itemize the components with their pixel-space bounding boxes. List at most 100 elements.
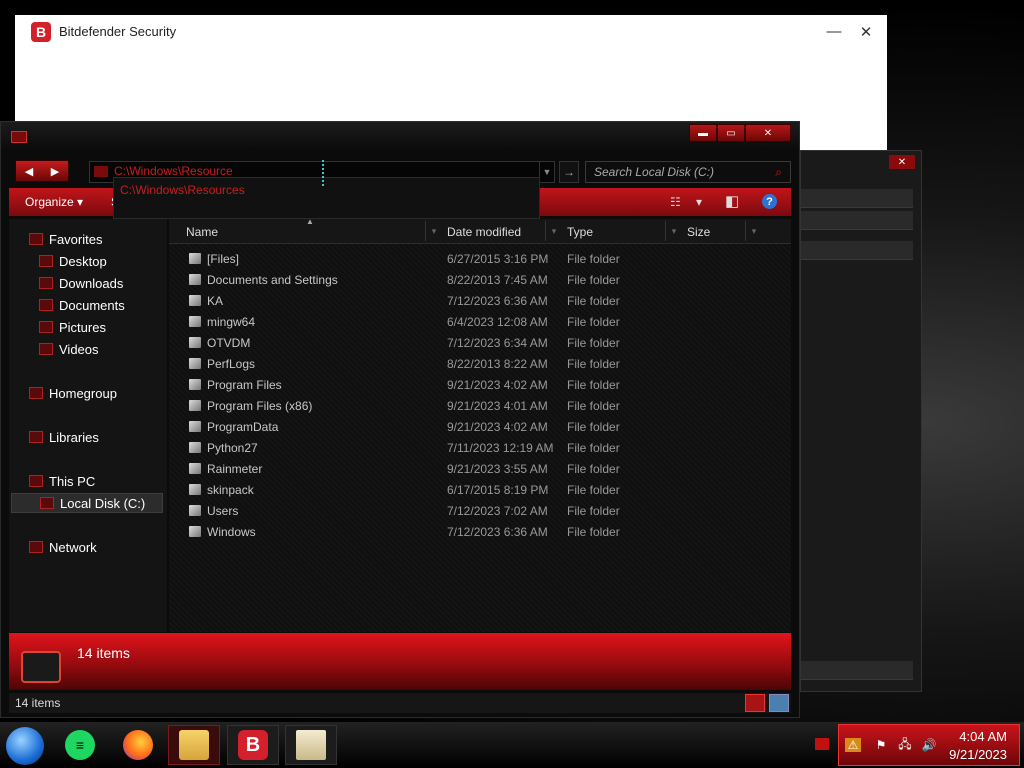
organize-button[interactable]: Organize ▾ (25, 195, 83, 209)
nav-documents[interactable]: Documents (39, 295, 125, 315)
nav-label: Libraries (49, 429, 99, 445)
bitdefender-titlebar[interactable]: B Bitdefender Security — ✕ (15, 15, 887, 48)
folder-icon (189, 253, 201, 264)
search-box[interactable]: Search Local Disk (C:) ⌕ (585, 161, 791, 183)
navigation-pane: Favorites Desktop Downloads Documents Pi… (9, 219, 167, 632)
minimize-button[interactable]: ▬ (689, 124, 717, 142)
help-icon[interactable]: ? (762, 194, 777, 209)
table-row[interactable]: PerfLogs 8/22/2013 8:22 AM File folder (169, 354, 791, 375)
folder-icon (189, 316, 201, 327)
column-header-name[interactable]: Name (186, 225, 218, 239)
spotify-icon: ≡ (65, 730, 95, 760)
file-date: 8/22/2013 8:22 AM (447, 357, 548, 371)
folder-icon (189, 295, 201, 306)
nav-downloads[interactable]: Downloads (39, 273, 123, 293)
bitdefender-title: Bitdefender Security (59, 24, 177, 39)
nav-this-pc[interactable]: This PC (29, 471, 95, 491)
close-button[interactable]: ✕ (745, 124, 791, 142)
file-date: 8/22/2013 7:45 AM (447, 273, 548, 287)
column-dropdown-icon[interactable]: ▾ (545, 221, 562, 241)
nav-label: This PC (49, 473, 96, 489)
table-row[interactable]: Users 7/12/2023 7:02 AM File folder (169, 501, 791, 522)
file-type: File folder (567, 294, 620, 308)
taskbar-notepad[interactable] (285, 725, 337, 765)
start-button[interactable] (6, 727, 44, 765)
network-icon[interactable]: 🖧 (897, 737, 913, 752)
nav-network[interactable]: Network (29, 537, 97, 557)
file-date: 6/17/2015 8:19 PM (447, 483, 549, 497)
search-icon[interactable]: ⌕ (775, 165, 782, 180)
file-type: File folder (567, 399, 620, 413)
file-type: File folder (567, 441, 620, 455)
security-warning-icon[interactable]: ⚠ (845, 738, 861, 752)
autocomplete-item[interactable]: C:\Windows\Resources (120, 183, 245, 197)
nav-favorites[interactable]: Favorites (29, 229, 102, 249)
nav-label: Documents (59, 297, 125, 313)
maximize-button[interactable]: ▭ (717, 124, 745, 142)
background-window: ✕ (800, 150, 922, 692)
clock-date[interactable]: 9/21/2023 (949, 747, 1007, 762)
column-dropdown-icon[interactable]: ▾ (425, 221, 442, 241)
nav-videos[interactable]: Videos (39, 339, 99, 359)
status-item-count: 14 items (15, 696, 61, 710)
table-row[interactable]: mingw64 6/4/2023 12:08 AM File folder (169, 312, 791, 333)
folder-icon (179, 730, 209, 760)
table-row[interactable]: KA 7/12/2023 6:36 AM File folder (169, 291, 791, 312)
large-icons-view-icon[interactable] (769, 694, 789, 712)
file-type: File folder (567, 378, 620, 392)
nav-pictures[interactable]: Pictures (39, 317, 106, 337)
table-row[interactable]: [Files] 6/27/2015 3:16 PM File folder (169, 249, 791, 270)
nav-local-disk[interactable]: Local Disk (C:) (11, 493, 163, 513)
table-row[interactable]: Program Files 9/21/2023 4:02 AM File folde… (169, 375, 791, 396)
clock-time[interactable]: 4:04 AM (959, 729, 1007, 744)
table-row[interactable]: Python27 7/11/2023 12:19 AM File folder (169, 438, 791, 459)
view-dropdown-icon[interactable]: ▾ (696, 195, 702, 209)
table-row[interactable]: skinpack 6/17/2015 8:19 PM File folder (169, 480, 791, 501)
taskbar-bitdefender[interactable]: B (227, 725, 279, 765)
nav-homegroup[interactable]: Homegroup (29, 383, 117, 403)
computer-icon (29, 475, 43, 487)
preview-pane-icon[interactable]: ◧ (725, 192, 739, 210)
close-icon[interactable]: ✕ (889, 155, 915, 169)
column-dropdown-icon[interactable]: ▾ (665, 221, 682, 241)
table-row[interactable]: Documents and Settings 8/22/2013 7:45 AM F… (169, 270, 791, 291)
table-row[interactable]: Program Files (x86) 9/21/2023 4:01 AM File… (169, 396, 791, 417)
file-type: File folder (567, 357, 620, 371)
file-name: Documents and Settings (207, 273, 338, 287)
details-view-icon[interactable] (745, 694, 765, 712)
table-row[interactable]: OTVDM 7/12/2023 6:34 AM File folder (169, 333, 791, 354)
explorer-app-icon (11, 131, 27, 143)
file-date: 6/27/2015 3:16 PM (447, 252, 549, 266)
nav-label: Favorites (49, 231, 103, 247)
forward-button[interactable]: ▶ (42, 161, 68, 181)
folder-icon (189, 505, 201, 516)
bitdefender-icon: B (238, 730, 268, 760)
file-name: [Files] (207, 252, 240, 266)
search-input[interactable]: Search Local Disk (C:) (594, 165, 714, 179)
column-dropdown-icon[interactable]: ▾ (745, 221, 762, 241)
address-input[interactable]: C:\Windows\Resource (114, 164, 233, 178)
table-row[interactable]: Rainmeter 9/21/2023 3:55 AM File folder (169, 459, 791, 480)
nav-desktop[interactable]: Desktop (39, 251, 107, 271)
table-row[interactable]: ProgramData 9/21/2023 4:02 AM File folder (169, 417, 791, 438)
volume-icon[interactable]: 🔊 (921, 738, 937, 752)
table-row[interactable]: Windows 7/12/2023 6:36 AM File folder (169, 522, 791, 543)
go-button[interactable]: → (559, 161, 579, 183)
file-date: 7/11/2023 12:19 AM (447, 441, 554, 455)
back-button[interactable]: ◀ (16, 161, 42, 181)
column-header-date[interactable]: Date modified (447, 225, 521, 239)
change-view-icon[interactable]: ☷ (670, 195, 681, 209)
column-header-type[interactable]: Type (567, 225, 593, 239)
flag-icon[interactable]: ⚑ (873, 738, 889, 752)
taskbar-spotify[interactable]: ≡ (54, 725, 106, 765)
column-header-size[interactable]: Size (687, 225, 710, 239)
address-dropdown-button[interactable]: ▼ (539, 162, 554, 182)
explorer-titlebar[interactable]: ▬ ▭ ✕ (1, 122, 799, 148)
taskbar-firefox[interactable] (112, 725, 164, 765)
nav-libraries[interactable]: Libraries (29, 427, 99, 447)
close-button[interactable]: ✕ (857, 23, 875, 41)
file-name: ProgramData (207, 420, 279, 434)
taskbar-file-explorer[interactable] (168, 725, 220, 765)
show-hidden-icons-icon[interactable] (815, 738, 829, 750)
minimize-button[interactable]: — (825, 23, 843, 41)
